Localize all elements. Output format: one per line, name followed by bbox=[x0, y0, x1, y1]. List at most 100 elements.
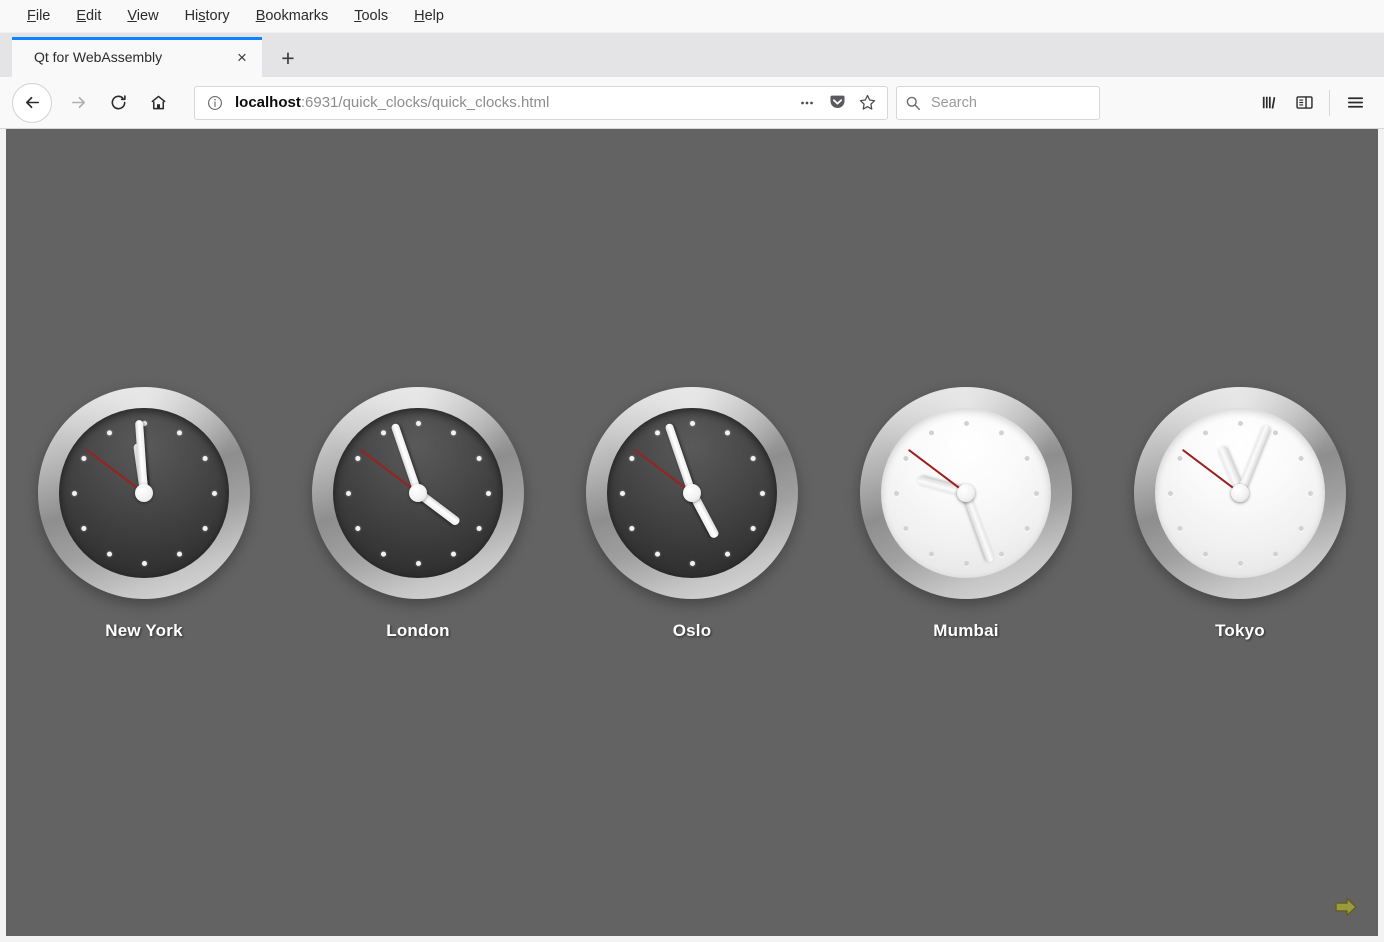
reload-icon[interactable] bbox=[100, 85, 136, 121]
star-icon[interactable] bbox=[853, 89, 881, 117]
hour-marker bbox=[416, 561, 421, 566]
library-icon[interactable] bbox=[1253, 86, 1287, 120]
sidebar-icon[interactable] bbox=[1287, 86, 1321, 120]
clock-hub bbox=[1231, 484, 1249, 502]
url-path: :6931/quick_clocks/quick_clocks.html bbox=[301, 94, 549, 111]
search-bar[interactable] bbox=[896, 86, 1100, 120]
ellipsis-icon[interactable] bbox=[793, 89, 821, 117]
tab-qt-for-webassembly[interactable]: Qt for WebAssembly × bbox=[12, 37, 262, 77]
forward-arrow-icon bbox=[60, 85, 96, 121]
hour-marker bbox=[355, 526, 360, 531]
clock-hub bbox=[409, 484, 427, 502]
clock-tokyo: Tokyo bbox=[1134, 387, 1346, 641]
clock-hub bbox=[135, 484, 153, 502]
hour-marker bbox=[903, 456, 908, 461]
hour-marker bbox=[72, 491, 77, 496]
navigation-toolbar: localhost:6931/quick_clocks/quick_clocks… bbox=[0, 77, 1384, 129]
hamburger-menu-icon[interactable] bbox=[1338, 86, 1372, 120]
browser-window: FileEditViewHistoryBookmarksToolsHelp Qt… bbox=[0, 0, 1384, 942]
menu-bar: FileEditViewHistoryBookmarksToolsHelp bbox=[0, 0, 1384, 33]
search-input[interactable] bbox=[929, 94, 1091, 112]
hour-marker bbox=[81, 456, 86, 461]
menu-item-bookmarks[interactable]: Bookmarks bbox=[243, 5, 342, 27]
hour-marker bbox=[476, 456, 481, 461]
clock-mumbai: Mumbai bbox=[860, 387, 1072, 641]
hour-marker bbox=[1024, 456, 1029, 461]
hour-marker bbox=[1273, 551, 1278, 556]
menu-item-file[interactable]: File bbox=[14, 5, 63, 27]
menu-item-tools[interactable]: Tools bbox=[341, 5, 401, 27]
hour-marker bbox=[620, 491, 625, 496]
clock-hub bbox=[957, 484, 975, 502]
home-icon[interactable] bbox=[140, 85, 176, 121]
hour-marker bbox=[929, 430, 934, 435]
hour-marker bbox=[964, 421, 969, 426]
city-label: New York bbox=[105, 621, 183, 641]
hour-marker bbox=[381, 430, 386, 435]
city-label: Mumbai bbox=[933, 621, 998, 641]
hour-marker bbox=[1034, 491, 1039, 496]
hour-marker bbox=[107, 551, 112, 556]
hour-marker bbox=[929, 551, 934, 556]
quick-clocks-canvas: New York London Oslo Mumbai Tokyo bbox=[6, 129, 1378, 936]
hour-marker bbox=[451, 430, 456, 435]
menu-item-view[interactable]: View bbox=[114, 5, 171, 27]
new-tab-button[interactable]: + bbox=[270, 39, 306, 77]
hour-marker bbox=[486, 491, 491, 496]
hour-marker bbox=[1238, 421, 1243, 426]
hour-marker bbox=[1177, 456, 1182, 461]
hour-marker bbox=[1203, 551, 1208, 556]
clock-oslo: Oslo bbox=[586, 387, 798, 641]
url-text[interactable]: localhost:6931/quick_clocks/quick_clocks… bbox=[235, 94, 793, 111]
hour-marker bbox=[750, 526, 755, 531]
hour-marker bbox=[750, 456, 755, 461]
clock-row: New York London Oslo Mumbai Tokyo bbox=[6, 387, 1378, 641]
menu-item-history[interactable]: History bbox=[172, 5, 243, 27]
hour-marker bbox=[760, 491, 765, 496]
hour-marker bbox=[476, 526, 481, 531]
hour-marker bbox=[725, 430, 730, 435]
hour-marker bbox=[1177, 526, 1182, 531]
hour-marker bbox=[212, 491, 217, 496]
hour-marker bbox=[1298, 526, 1303, 531]
hour-marker bbox=[964, 561, 969, 566]
clock-face bbox=[881, 408, 1051, 578]
pocket-icon[interactable] bbox=[823, 89, 851, 117]
url-bar[interactable]: localhost:6931/quick_clocks/quick_clocks… bbox=[194, 86, 888, 120]
hour-marker bbox=[690, 421, 695, 426]
hour-marker bbox=[381, 551, 386, 556]
hour-marker bbox=[725, 551, 730, 556]
toolbar-divider bbox=[1329, 90, 1330, 116]
hour-marker bbox=[416, 421, 421, 426]
clock-new-york: New York bbox=[38, 387, 250, 641]
back-arrow-icon[interactable] bbox=[12, 83, 52, 123]
clock-dial bbox=[860, 387, 1072, 599]
hour-marker bbox=[1203, 430, 1208, 435]
hour-marker bbox=[355, 456, 360, 461]
hour-marker bbox=[142, 561, 147, 566]
hour-marker bbox=[903, 526, 908, 531]
hour-marker bbox=[999, 430, 1004, 435]
hour-marker bbox=[1168, 491, 1173, 496]
clock-face bbox=[59, 408, 229, 578]
info-circle-icon[interactable] bbox=[205, 93, 225, 113]
menu-item-edit[interactable]: Edit bbox=[63, 5, 114, 27]
url-actions bbox=[793, 89, 881, 117]
hour-marker bbox=[1273, 430, 1278, 435]
clock-london: London bbox=[312, 387, 524, 641]
right-arrow-icon[interactable] bbox=[1334, 896, 1358, 918]
menu-item-help[interactable]: Help bbox=[401, 5, 457, 27]
close-icon[interactable]: × bbox=[230, 45, 254, 69]
page-viewport: New York London Oslo Mumbai Tokyo bbox=[0, 129, 1384, 942]
city-label: Oslo bbox=[673, 621, 712, 641]
hour-marker bbox=[1024, 526, 1029, 531]
hour-marker bbox=[1238, 561, 1243, 566]
hour-marker bbox=[81, 526, 86, 531]
clock-face bbox=[607, 408, 777, 578]
hour-marker bbox=[894, 491, 899, 496]
clock-face bbox=[1155, 408, 1325, 578]
hour-marker bbox=[629, 526, 634, 531]
clock-dial bbox=[586, 387, 798, 599]
hour-marker bbox=[107, 430, 112, 435]
search-icon bbox=[905, 95, 921, 111]
